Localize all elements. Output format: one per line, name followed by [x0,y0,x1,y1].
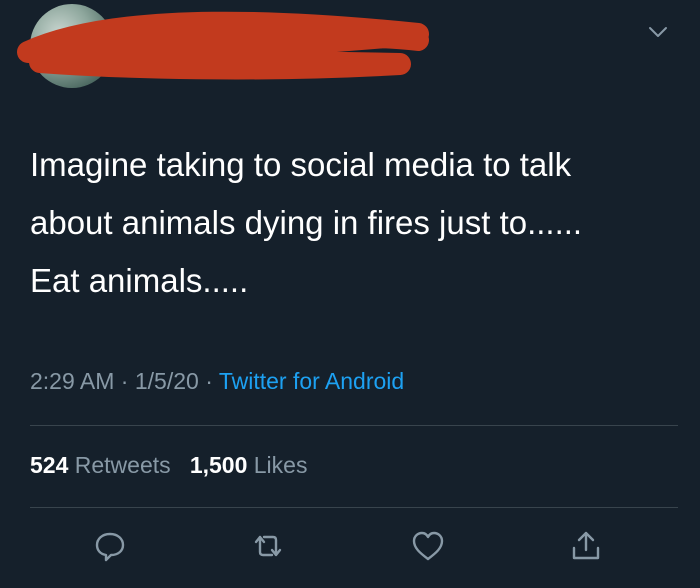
retweets-stat[interactable]: 524 Retweets [30,452,177,478]
tweet-time: 2:29 AM [30,368,115,394]
divider [30,425,678,426]
likes-label: Likes [253,452,308,478]
heart-icon[interactable] [410,528,446,564]
verified-badge-icon [202,18,224,40]
separator: · [120,368,129,394]
tweet-author[interactable]: @Blac…Jesus [134,14,454,84]
tweet-metadata: 2:29 AM · 1/5/20 · Twitter for Android [30,368,404,395]
retweets-count: 524 [30,452,69,478]
retweet-icon[interactable] [250,528,286,564]
reply-icon[interactable] [92,528,128,564]
chevron-down-icon[interactable] [646,20,670,44]
likes-stat[interactable]: 1,500 Likes [190,452,308,478]
likes-count: 1,500 [189,452,248,478]
tweet-detail: @Blac…Jesus Imagine taking to social med… [0,0,700,588]
separator: · [205,368,213,394]
user-handle[interactable]: @Blac…Jesus [134,48,284,74]
avatar[interactable] [30,4,114,88]
tweet-text: Imagine taking to social media to talk a… [30,146,583,299]
share-icon[interactable] [568,528,604,564]
divider [30,507,678,508]
retweets-label: Retweets [74,452,171,478]
tweet-actions [0,528,700,572]
tweet-source-link[interactable]: Twitter for Android [219,368,404,394]
tweet-stats: 524 Retweets 1,500 Likes [30,452,307,479]
tweet-date: 1/5/20 [134,368,199,394]
